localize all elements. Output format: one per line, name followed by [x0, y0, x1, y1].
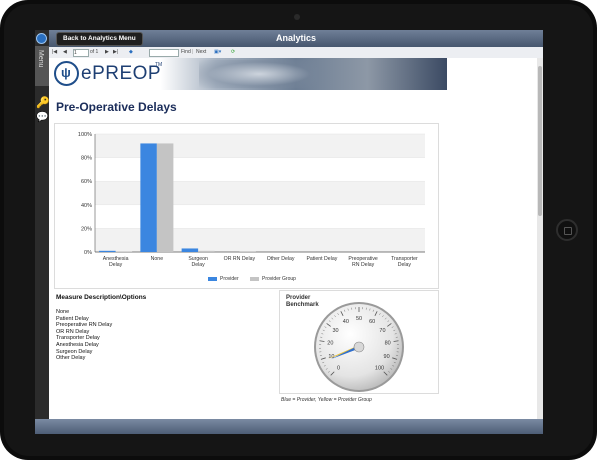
vertical-scrollbar[interactable]: [537, 58, 543, 434]
gauge-hub: [353, 341, 365, 353]
rail-menu-label: Menu: [37, 50, 44, 68]
gauge-tick-label: 70: [379, 328, 385, 334]
x-tick-label: Delay: [191, 262, 205, 268]
measure-list: None Patient Delay Preoperative RN Delay OR…: [56, 309, 256, 362]
measure-heading: Measure Description\Options: [56, 294, 147, 301]
x-tick-label: Other Delay: [267, 256, 295, 262]
bottom-bar: [35, 419, 543, 434]
refresh-icon[interactable]: ⟳: [231, 49, 235, 55]
gauge-tick-label: 40: [343, 319, 349, 325]
measure-item: Anesthesia Delay: [56, 341, 99, 348]
screen: Menu 🔑 💬 Back to Analytics Menu Analytic…: [35, 30, 543, 434]
scroll-thumb[interactable]: [538, 66, 542, 216]
gauge-tick-label: 100: [375, 366, 384, 372]
y-tick-label: 100%: [78, 132, 92, 138]
gauge-tick-label: 20: [327, 340, 333, 346]
gauge-title: Provider Benchmark: [286, 295, 319, 309]
key-icon[interactable]: 🔑: [36, 96, 50, 109]
x-tick-label: None: [151, 256, 164, 262]
chat-icon[interactable]: 💬: [36, 112, 48, 123]
gauge-tick-label: 0: [337, 366, 340, 372]
gauge-caption: Blue = Provider, Yellow = Provider Group: [281, 397, 372, 403]
back-to-analytics-menu-button[interactable]: Back to Analytics Menu: [56, 32, 143, 46]
legend-swatch-provider: [208, 276, 217, 281]
find-link[interactable]: Find: [181, 49, 191, 55]
logo-text: ePREOP: [81, 63, 162, 84]
gauge-title-line2: Benchmark: [286, 302, 319, 308]
x-tick-label: Delay: [398, 262, 412, 268]
benchmark-gauge-panel: Provider Benchmark 0 10 20 30 40 50 60 70 80 90 10…: [279, 290, 439, 394]
report-content: ψ ePREOP TM Pre-Operative Delays 0% 20% 40…: [49, 58, 537, 434]
page-title: Pre-Operative Delays: [56, 100, 177, 114]
next-page-icon[interactable]: ▶: [105, 49, 109, 55]
measure-item: Preoperative RN Delay: [56, 322, 113, 329]
y-tick-label: 20%: [81, 226, 92, 232]
rail-menu-button[interactable]: Menu: [35, 46, 49, 86]
measure-item: OR RN Delay: [56, 328, 90, 335]
export-icon[interactable]: ▣▾: [214, 49, 221, 55]
measure-item: Surgeon Delay: [56, 348, 93, 355]
bar-provider-group: [198, 250, 215, 252]
x-tick-label: Delay: [109, 262, 123, 268]
bar-provider-group: [115, 251, 133, 252]
measure-item: None: [56, 309, 70, 315]
measure-item: Other Delay: [56, 355, 86, 362]
epreop-banner: ψ ePREOP TM: [49, 58, 447, 90]
back-report-icon[interactable]: ◆: [129, 49, 133, 55]
app-logo-icon[interactable]: [36, 33, 47, 44]
tablet-frame: Menu 🔑 💬 Back to Analytics Menu Analytic…: [0, 0, 597, 460]
gauge-tick-label: 90: [384, 354, 390, 360]
bar-provider: [99, 250, 116, 252]
gauge-tick-label: 10: [328, 354, 334, 360]
gauge-tick-label: 60: [369, 319, 375, 325]
x-tick-label: OR RN Delay: [224, 256, 256, 262]
y-tick-label: 60%: [81, 179, 92, 185]
camera-icon: [294, 14, 300, 20]
first-page-icon[interactable]: |◀: [52, 49, 57, 55]
bar-chart-svg: 0%20%40%60%80%100%AnesthesiaDelayNone Sur…: [78, 132, 425, 268]
y-tick-label: 80%: [81, 156, 92, 162]
find-input[interactable]: [149, 49, 179, 57]
gauge-tick-label: 50: [356, 316, 362, 322]
chart-legend: Provider Provider Group: [208, 276, 296, 282]
measure-item: Transporter Delay: [56, 335, 100, 342]
logo-trademark: TM: [155, 62, 163, 68]
home-button[interactable]: [556, 219, 578, 241]
measure-item: Patient Delay: [56, 315, 89, 322]
bar-provider: [181, 248, 199, 252]
delays-chart: 0% 20% 40% 60% 80% 100% Anesthesia Delay None Sur…: [54, 123, 439, 289]
legend-swatch-provider-group: [250, 276, 260, 281]
next-link[interactable]: Next: [196, 49, 206, 55]
gauge-title-line1: Provider: [286, 295, 311, 301]
y-tick-label: 0%: [84, 250, 92, 256]
toolbar-separator: |: [192, 49, 194, 55]
banner-photo: [199, 60, 319, 88]
gauge-tick-label: 80: [385, 340, 391, 346]
legend-label-provider: Provider: [220, 276, 239, 282]
last-page-icon[interactable]: ▶|: [113, 49, 118, 55]
page-number-input[interactable]: 1: [73, 49, 89, 57]
measure-section: Measure Description\Options None Patient …: [56, 294, 256, 362]
gauge-tick-label: 30: [332, 328, 338, 334]
top-bar: Back to Analytics Menu Analytics: [49, 30, 543, 47]
prev-page-icon[interactable]: ◀: [63, 49, 67, 55]
x-tick-label: Patient Delay: [306, 256, 337, 262]
bar-provider-group: [156, 143, 174, 252]
left-rail: Menu 🔑 💬: [35, 30, 50, 434]
x-tick-label: RN Delay: [352, 262, 375, 268]
page-count: of 1: [90, 49, 99, 55]
legend-label-provider-group: Provider Group: [262, 276, 296, 282]
bar-provider: [140, 143, 157, 252]
epreop-logo-icon: ψ: [54, 61, 79, 86]
y-tick-label: 40%: [81, 203, 92, 209]
